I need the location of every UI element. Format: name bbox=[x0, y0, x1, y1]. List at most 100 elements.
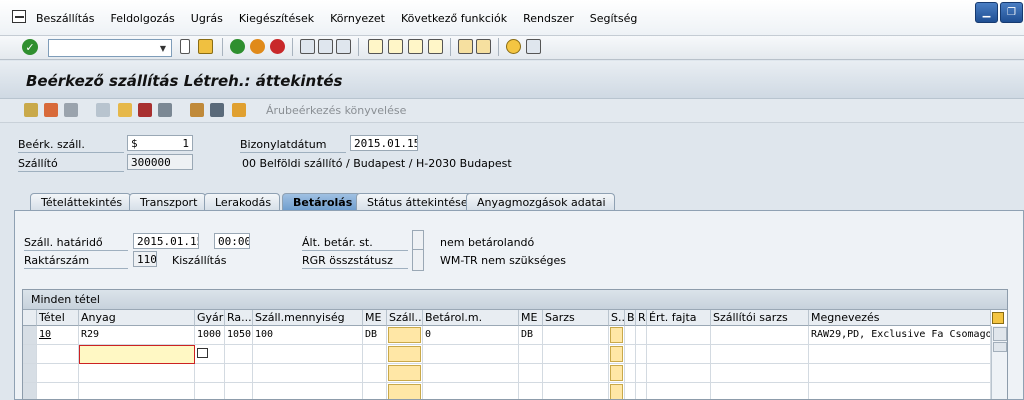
find-icon[interactable] bbox=[318, 39, 333, 54]
col-material[interactable]: Anyag bbox=[79, 310, 195, 326]
cell-valuation-type[interactable] bbox=[647, 345, 711, 364]
menu-beszallitas[interactable]: Beszállítás bbox=[36, 12, 95, 25]
cell-valuation-type[interactable] bbox=[647, 326, 711, 345]
warehouse-field[interactable]: 110 bbox=[133, 251, 157, 267]
command-field[interactable]: ▼ bbox=[48, 39, 172, 57]
output-icon[interactable] bbox=[158, 103, 172, 117]
cell-b[interactable] bbox=[625, 364, 636, 383]
cell-uom[interactable] bbox=[363, 383, 387, 399]
cell-delivery-qty[interactable] bbox=[253, 364, 363, 383]
cell-delivery-qty[interactable] bbox=[253, 345, 363, 364]
find-next-icon[interactable] bbox=[336, 39, 351, 54]
cell-r[interactable] bbox=[636, 364, 647, 383]
new-session-icon[interactable] bbox=[458, 39, 473, 54]
col-plant[interactable]: Gyár bbox=[195, 310, 225, 326]
layout-menu-icon[interactable] bbox=[526, 39, 541, 54]
tab-unloading[interactable]: Lerakodás bbox=[204, 193, 281, 211]
cell-status[interactable] bbox=[609, 364, 625, 383]
cell-r[interactable] bbox=[636, 383, 647, 399]
cell-plant[interactable] bbox=[195, 345, 225, 364]
cell-status[interactable] bbox=[609, 383, 625, 399]
row-selector[interactable] bbox=[23, 326, 37, 345]
table-row[interactable] bbox=[23, 345, 991, 364]
table-row[interactable]: 10 R29 1000 1050 100 DB 0 DB RAW29,PD, E… bbox=[23, 326, 991, 345]
cell-uom[interactable] bbox=[363, 345, 387, 364]
table-vertical-scrollbar[interactable] bbox=[991, 326, 1007, 399]
delivery-field[interactable]: $1 bbox=[127, 135, 193, 151]
col-valuation-type[interactable]: Ért. fajta bbox=[647, 310, 711, 326]
scroll-thumb[interactable] bbox=[993, 342, 1007, 352]
batch-split-icon[interactable] bbox=[232, 103, 246, 117]
cell-putaway-qty[interactable] bbox=[423, 383, 519, 399]
cell-item[interactable] bbox=[37, 383, 79, 399]
first-page-icon[interactable] bbox=[368, 39, 383, 54]
deadline-date-field[interactable]: 2015.01.15 bbox=[133, 233, 199, 249]
cell-item[interactable]: 10 bbox=[37, 326, 79, 345]
cell-r[interactable] bbox=[636, 326, 647, 345]
cell-batch[interactable] bbox=[543, 364, 609, 383]
cell-storage-location[interactable] bbox=[225, 364, 253, 383]
delete-icon[interactable] bbox=[64, 103, 78, 117]
col-status[interactable]: S.. bbox=[609, 310, 625, 326]
cell-batch[interactable] bbox=[543, 345, 609, 364]
other-delivery-icon[interactable] bbox=[44, 103, 58, 117]
tab-item-overview[interactable]: Tételáttekintés bbox=[30, 193, 132, 211]
table-settings-icon[interactable] bbox=[992, 312, 1004, 324]
cell-uom-2[interactable] bbox=[519, 345, 543, 364]
tab-status-overview[interactable]: Státus áttekintése bbox=[356, 193, 477, 211]
cell-r[interactable] bbox=[636, 345, 647, 364]
enter-check-icon[interactable]: ✓ bbox=[22, 39, 38, 55]
cell-b[interactable] bbox=[625, 345, 636, 364]
menu-rendszer[interactable]: Rendszer bbox=[523, 12, 574, 25]
table-row[interactable] bbox=[23, 383, 991, 399]
value-help-icon[interactable] bbox=[197, 348, 208, 358]
cell-supplier-batch[interactable] bbox=[711, 345, 809, 364]
cell-supplier-batch[interactable] bbox=[711, 364, 809, 383]
cell-delivery-qty[interactable] bbox=[253, 383, 363, 399]
print-icon[interactable] bbox=[300, 39, 315, 54]
doc-date-field[interactable]: 2015.01.15 bbox=[350, 135, 418, 151]
cell-status[interactable] bbox=[609, 345, 625, 364]
post-gr-button[interactable]: Árubeérkezés könyvelése bbox=[266, 104, 406, 117]
pick-icon[interactable] bbox=[190, 103, 204, 117]
cell-delivery-qty[interactable]: 100 bbox=[253, 326, 363, 345]
cell-supplier-batch[interactable] bbox=[711, 326, 809, 345]
copy-icon[interactable] bbox=[96, 103, 110, 117]
menu-kornyezet[interactable]: Környezet bbox=[330, 12, 385, 25]
system-menu-icon[interactable] bbox=[12, 10, 26, 23]
cell-batch[interactable] bbox=[543, 383, 609, 399]
cell-batch[interactable] bbox=[543, 326, 609, 345]
cell-uom[interactable] bbox=[363, 364, 387, 383]
menu-feldolgozas[interactable]: Feldolgozás bbox=[111, 12, 175, 25]
col-delivery-other[interactable]: Száll... bbox=[387, 310, 423, 326]
col-b[interactable]: B bbox=[625, 310, 636, 326]
details-icon[interactable] bbox=[210, 103, 224, 117]
cell-b[interactable] bbox=[625, 326, 636, 345]
last-page-icon[interactable] bbox=[428, 39, 443, 54]
col-batch[interactable]: Sarzs bbox=[543, 310, 609, 326]
col-supplier-batch[interactable]: Szállítói sarzs bbox=[711, 310, 809, 326]
col-delivery-qty[interactable]: Száll.mennyiség bbox=[253, 310, 363, 326]
cancel-icon[interactable] bbox=[270, 39, 285, 54]
cell-delivery-other[interactable] bbox=[387, 326, 423, 345]
col-uom[interactable]: ME bbox=[363, 310, 387, 326]
previous-page-icon[interactable] bbox=[388, 39, 403, 54]
cell-status[interactable] bbox=[609, 326, 625, 345]
table-row[interactable] bbox=[23, 364, 991, 383]
back-icon[interactable] bbox=[230, 39, 245, 54]
row-selector[interactable] bbox=[23, 345, 37, 364]
rgr-status-field[interactable] bbox=[412, 249, 424, 271]
col-description[interactable]: Megnevezés bbox=[809, 310, 991, 326]
restore-icon[interactable]: ❐ bbox=[1000, 2, 1023, 23]
help-icon[interactable] bbox=[506, 39, 521, 54]
shortcut-icon[interactable] bbox=[476, 39, 491, 54]
save-icon[interactable] bbox=[198, 39, 213, 54]
cell-supplier-batch[interactable] bbox=[711, 383, 809, 399]
menu-segitseg[interactable]: Segítség bbox=[590, 12, 638, 25]
cell-delivery-other[interactable] bbox=[387, 345, 423, 364]
cell-material-entry[interactable] bbox=[79, 345, 195, 364]
cell-material[interactable] bbox=[79, 383, 195, 399]
row-selector[interactable] bbox=[23, 364, 37, 383]
cell-putaway-qty[interactable] bbox=[423, 345, 519, 364]
menu-kovetkezo-funkciok[interactable]: Következő funkciók bbox=[401, 12, 507, 25]
